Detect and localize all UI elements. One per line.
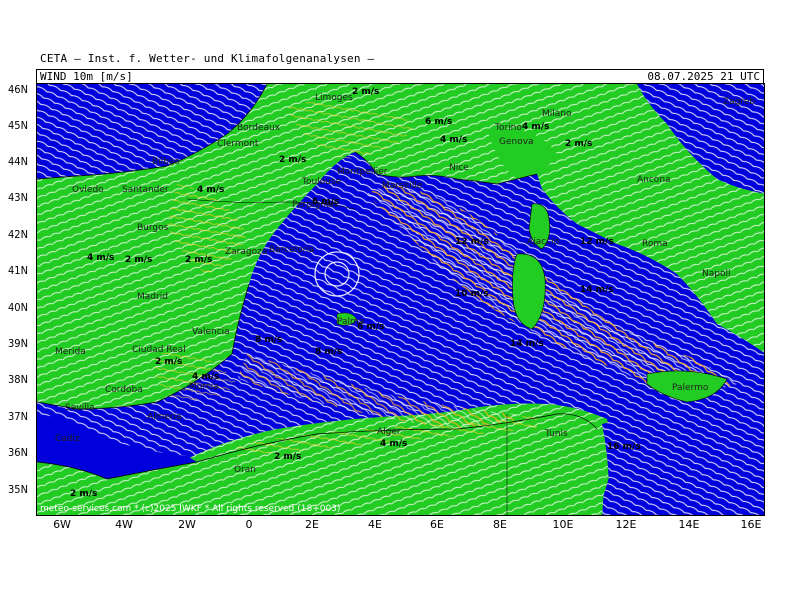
lon-label: 4E xyxy=(368,518,382,531)
wind-label: 10 m/s xyxy=(455,289,489,299)
wind-label: 4 m/s xyxy=(380,439,407,449)
wind-label: 4 m/s xyxy=(197,185,224,195)
valid-time: 08.07.2025 21 UTC xyxy=(647,70,760,83)
city-label: Genova xyxy=(499,137,534,147)
lat-label: 45N xyxy=(8,119,28,132)
lat-label: 39N xyxy=(8,337,28,350)
city-label: Valencia xyxy=(192,327,230,337)
wind-label: 4 m/s xyxy=(87,253,114,263)
city-label: Palermo xyxy=(672,383,709,393)
wind-label: 8 m/s xyxy=(255,335,282,345)
city-label: Marseille xyxy=(382,181,423,191)
lat-label: 38N xyxy=(8,373,28,386)
city-label: Cordoba xyxy=(105,385,143,395)
wind-label: 8 m/s xyxy=(315,347,342,357)
lat-label: 44N xyxy=(8,155,28,168)
wind-label: 2 m/s xyxy=(279,155,306,165)
city-label: Cadiz xyxy=(55,434,80,444)
city-label: Oran xyxy=(234,465,256,475)
wind-label: 2 m/s xyxy=(70,489,97,499)
lat-label: 36N xyxy=(8,446,28,459)
city-label: Santander xyxy=(122,185,169,195)
city-label: Limoges xyxy=(315,93,353,103)
city-label: Nice xyxy=(449,163,469,173)
lon-label: 14E xyxy=(678,518,700,531)
city-label: Zaragoza xyxy=(225,247,267,257)
lon-label: 10E xyxy=(552,518,574,531)
lon-label: 0 xyxy=(245,518,253,531)
city-label: Clermont xyxy=(217,139,259,149)
city-label: Oviedo xyxy=(72,185,104,195)
lat-label: 46N xyxy=(8,83,28,96)
wind-label: 14 m/s xyxy=(510,339,544,349)
wind-label: 4 m/s xyxy=(522,122,549,132)
city-label: Merida xyxy=(55,347,86,357)
city-label: Bordeaux xyxy=(237,123,281,133)
wind-label: 16 m/s xyxy=(607,442,641,452)
lon-label: 2W xyxy=(178,518,196,531)
city-label: Roma xyxy=(642,239,668,249)
wind-label: 14 m/s xyxy=(580,285,614,295)
copyright-credit: meteo-services.com * (c)2025 IWKF * All … xyxy=(40,504,341,514)
wind-label: 2 m/s xyxy=(274,452,301,462)
lat-label: 37N xyxy=(8,410,28,423)
lat-label: 40N xyxy=(8,301,28,314)
lat-label: 42N xyxy=(8,228,28,241)
lon-label: 8E xyxy=(493,518,507,531)
institute-header: CETA — Inst. f. Wetter- und Klimafolgena… xyxy=(40,52,375,65)
city-label: Almeria xyxy=(147,412,182,422)
wind-label: 2 m/s xyxy=(352,87,379,97)
wind-label: 2 m/s xyxy=(185,255,212,265)
city-label: Milano xyxy=(542,109,572,119)
lon-label: 6E xyxy=(430,518,444,531)
city-label: Toulouse xyxy=(301,177,342,187)
lon-label: 6W xyxy=(53,518,71,531)
city-label: Burgos xyxy=(137,223,169,233)
wind-label: 12 m/s xyxy=(580,237,614,247)
city-label: Sevilla xyxy=(65,403,95,413)
city-label: Montpellier xyxy=(337,167,388,177)
lat-label: 35N xyxy=(8,483,28,496)
city-label: Ajaccio xyxy=(527,237,560,247)
city-label: Tunis xyxy=(544,429,568,439)
city-label: Zagreb xyxy=(723,97,755,107)
lon-label: 2E xyxy=(305,518,319,531)
wind-label: 2 m/s xyxy=(155,357,182,367)
lat-label: 41N xyxy=(8,264,28,277)
wind-map-canvas: Limoges Bordeaux Clermont Milano Torino … xyxy=(37,84,764,515)
lat-label: 43N xyxy=(8,191,28,204)
product-bar: WIND 10m [m/s] 08.07.2025 21 UTC xyxy=(36,69,764,83)
city-label: Bilbao xyxy=(152,157,180,167)
wind-label: 6 m/s xyxy=(425,117,452,127)
city-label: Madrid xyxy=(137,292,168,302)
city-label: Torino xyxy=(494,123,522,133)
wind-map: Limoges Bordeaux Clermont Milano Torino … xyxy=(36,83,765,516)
lon-label: 16E xyxy=(740,518,762,531)
city-label: Murcia xyxy=(189,382,219,392)
wind-label: 4 m/s xyxy=(192,372,219,382)
lon-label: 4W xyxy=(115,518,133,531)
city-label: Napoli xyxy=(702,269,730,279)
wind-label: 6 m/s xyxy=(312,197,339,207)
wind-label: 12 m/s xyxy=(455,237,489,247)
wind-label: 2 m/s xyxy=(125,255,152,265)
city-label: Alger xyxy=(377,427,401,437)
city-label: Ancona xyxy=(637,175,671,185)
product-title: WIND 10m [m/s] xyxy=(40,70,133,83)
wind-label: 4 m/s xyxy=(440,135,467,145)
wind-label: 6 m/s xyxy=(357,322,384,332)
lon-label: 12E xyxy=(615,518,637,531)
wind-label: 2 m/s xyxy=(565,139,592,149)
city-label: Ciudad Real xyxy=(132,345,186,355)
city-label: Barcelona xyxy=(269,245,314,255)
